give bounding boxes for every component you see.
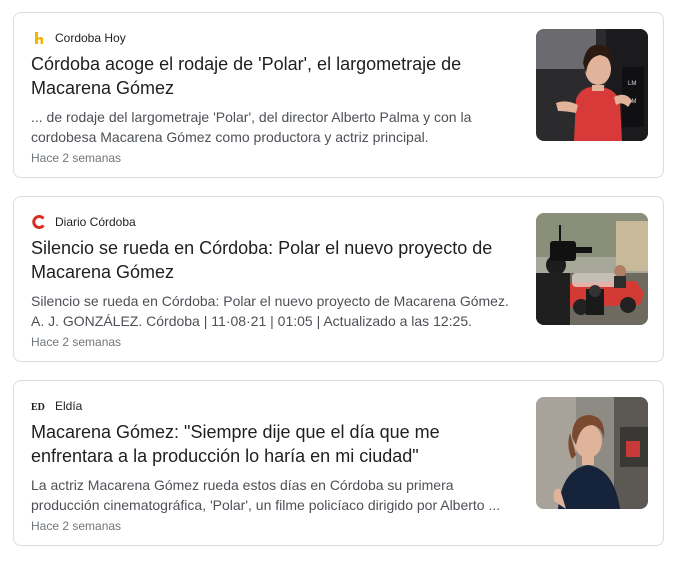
source-name: Eldía bbox=[55, 399, 83, 413]
article-snippet: Silencio se rueda en Córdoba: Polar el n… bbox=[31, 293, 509, 329]
article-thumbnail[interactable]: LM LM bbox=[536, 29, 648, 141]
svg-text:LM: LM bbox=[628, 81, 636, 87]
article-thumbnail[interactable] bbox=[536, 213, 648, 325]
news-feed: Cordoba Hoy Córdoba acoge el rodaje de '… bbox=[0, 0, 679, 563]
news-card[interactable]: Diario Córdoba Silencio se rueda en Córd… bbox=[13, 196, 664, 362]
source-name: Diario Córdoba bbox=[55, 215, 136, 229]
article-headline[interactable]: Macarena Gómez: "Siempre dije que el día… bbox=[31, 420, 501, 468]
news-card[interactable]: Cordoba Hoy Córdoba acoge el rodaje de '… bbox=[13, 12, 664, 178]
news-card[interactable]: ED Eldía Macarena Gómez: "Siempre dije q… bbox=[13, 380, 664, 546]
article-headline[interactable]: Córdoba acoge el rodaje de 'Polar', el l… bbox=[31, 52, 501, 100]
eldia-icon: ED bbox=[31, 398, 47, 414]
news-source: Cordoba Hoy bbox=[31, 29, 126, 47]
article-headline[interactable]: Silencio se rueda en Córdoba: Polar el n… bbox=[31, 236, 501, 284]
cordoba-hoy-icon bbox=[31, 30, 47, 46]
news-source: ED Eldía bbox=[31, 397, 82, 415]
svg-text:ED: ED bbox=[31, 402, 45, 413]
diario-cordoba-icon bbox=[31, 214, 47, 230]
article-timestamp: Hace 2 semanas bbox=[31, 519, 122, 533]
article-snippet: La actriz Macarena Gómez rueda estos día… bbox=[31, 477, 501, 513]
news-source: Diario Córdoba bbox=[31, 213, 136, 231]
article-thumbnail[interactable] bbox=[536, 397, 648, 509]
article-timestamp: Hace 2 semanas bbox=[31, 151, 122, 165]
article-snippet: ... de rodaje del largometraje 'Polar', … bbox=[31, 109, 472, 145]
source-name: Cordoba Hoy bbox=[55, 31, 126, 45]
article-timestamp: Hace 2 semanas bbox=[31, 335, 122, 349]
